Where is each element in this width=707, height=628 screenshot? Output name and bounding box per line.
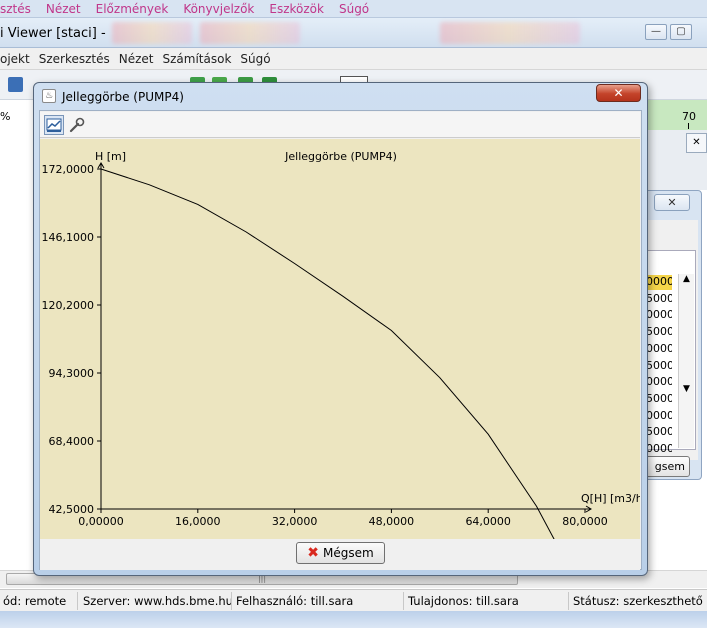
- browser-menu-bookmarks[interactable]: Könyvjelzők: [183, 2, 254, 16]
- left-panel: [0, 100, 36, 570]
- cancel-button[interactable]: ✖ Mégsem: [296, 542, 385, 564]
- list-value-cell[interactable]: 0000: [646, 442, 672, 457]
- maximize-button[interactable]: ▢: [670, 24, 692, 40]
- x-tick-label: 0,00000: [78, 515, 124, 528]
- status-server: Szerver: www.hds.bme.hu: [83, 594, 233, 608]
- list-value-cell[interactable]: 5000: [646, 359, 672, 374]
- statusbar: ód: remote Szerver: www.hds.bme.hu Felha…: [0, 589, 707, 611]
- close-icon[interactable]: ✕: [686, 133, 707, 153]
- y-tick-label: 146,1000: [42, 231, 95, 244]
- wrench-icon: [69, 117, 85, 133]
- chart-toolbar: [40, 112, 640, 138]
- x-axis-label: Q[H] [m3/h]: [581, 492, 640, 505]
- y-axis-label: H [m]: [95, 150, 126, 163]
- browser-menu-tools[interactable]: Eszközök: [269, 2, 324, 16]
- menu-view[interactable]: Nézet: [119, 52, 154, 66]
- characteristic-curve-chart: Jelleggörbe (PUMP4) H [m] Q[H] [m3/h] 0,…: [42, 150, 640, 539]
- list-value-cell[interactable]: 0000: [646, 308, 672, 323]
- y-tick-label: 42,5000: [49, 503, 95, 516]
- blurred-region: [112, 22, 192, 44]
- list-value-cell[interactable]: 0000: [646, 375, 672, 390]
- series: [100, 168, 555, 539]
- blurred-region: [440, 22, 580, 44]
- status-mode: ód: remote: [3, 594, 67, 608]
- status-separator: [77, 592, 78, 610]
- menu-edit[interactable]: Szerkesztés: [39, 52, 110, 66]
- list-value-cell[interactable]: 0000: [646, 342, 672, 357]
- save-icon[interactable]: [8, 77, 23, 92]
- x-tick-label: 48,0000: [369, 515, 415, 528]
- chart-view-button[interactable]: [44, 115, 64, 135]
- cancel-label: Mégsem: [323, 546, 374, 560]
- list-value-cell[interactable]: 5000: [646, 425, 672, 440]
- blurred-region: [200, 22, 300, 44]
- list-value-cell[interactable]: 5000: [646, 325, 672, 340]
- list-value-cell[interactable]: 0000: [646, 409, 672, 424]
- axes: [97, 162, 592, 513]
- status-state: Státusz: szerkeszthető: [573, 594, 703, 608]
- settings-button[interactable]: [67, 115, 87, 135]
- status-separator: [231, 592, 232, 610]
- menu-project[interactable]: ojekt: [0, 52, 30, 66]
- minimize-button[interactable]: —: [645, 24, 667, 40]
- dialog-close-button[interactable]: ✕: [596, 84, 641, 102]
- app-icon: ♨: [42, 89, 56, 103]
- app-titlebar: i Viewer [staci] - — ▢: [0, 18, 707, 48]
- ruler-area: [646, 100, 707, 130]
- app-title: i Viewer [staci] -: [0, 26, 106, 41]
- status-user: Felhasználó: till.sara: [236, 594, 354, 608]
- status-separator: [403, 592, 404, 610]
- axis-ticks: 0,00000 16,0000 32,0000 48,0000 64,0000 80,00…: [42, 163, 608, 528]
- x-tick-label: 32,0000: [272, 515, 318, 528]
- ruler-label: 70: [682, 110, 696, 123]
- app-menubar: ojekt Szerkesztés Nézet Számítások Súgó: [0, 48, 707, 70]
- status-separator: [568, 592, 569, 610]
- menu-help[interactable]: Súgó: [240, 52, 270, 66]
- status-owner: Tulajdonos: till.sara: [408, 594, 519, 608]
- pump-curve-line: [100, 168, 555, 539]
- list-value-cell[interactable]: 0000: [646, 275, 672, 290]
- y-tick-label: 172,0000: [42, 163, 95, 176]
- chart-icon: [46, 118, 62, 132]
- browser-menubar: sztés Nézet Előzmények Könyvjelzők Eszkö…: [0, 0, 707, 18]
- chart-title: Jelleggörbe (PUMP4): [284, 150, 397, 163]
- list-scrollbar[interactable]: ▲ ▼: [678, 274, 694, 448]
- cancel-icon: ✖: [307, 545, 320, 561]
- list-value-cell[interactable]: 5000: [646, 392, 672, 407]
- background-dialog-close-button[interactable]: ✕: [654, 194, 690, 211]
- y-tick-label: 120,2000: [42, 299, 95, 312]
- browser-menu-help[interactable]: Súgó: [339, 2, 369, 16]
- y-tick-label: 94,3000: [49, 367, 95, 380]
- ruler-tick: [688, 123, 689, 129]
- menu-calculations[interactable]: Számítások: [163, 52, 232, 66]
- y-tick-label: 68,4000: [49, 435, 95, 448]
- percent-label: %: [0, 110, 11, 123]
- list-value-cell[interactable]: 5000: [646, 292, 672, 307]
- taskbar-strip: [0, 611, 707, 628]
- browser-menu-history[interactable]: Előzmények: [96, 2, 169, 16]
- x-tick-label: 64,0000: [465, 515, 511, 528]
- x-tick-label: 16,0000: [175, 515, 221, 528]
- browser-menu-edit[interactable]: sztés: [0, 2, 31, 16]
- dialog-title: Jelleggörbe (PUMP4): [62, 90, 184, 104]
- browser-menu-view[interactable]: Nézet: [46, 2, 81, 16]
- x-tick-label: 80,0000: [562, 515, 608, 528]
